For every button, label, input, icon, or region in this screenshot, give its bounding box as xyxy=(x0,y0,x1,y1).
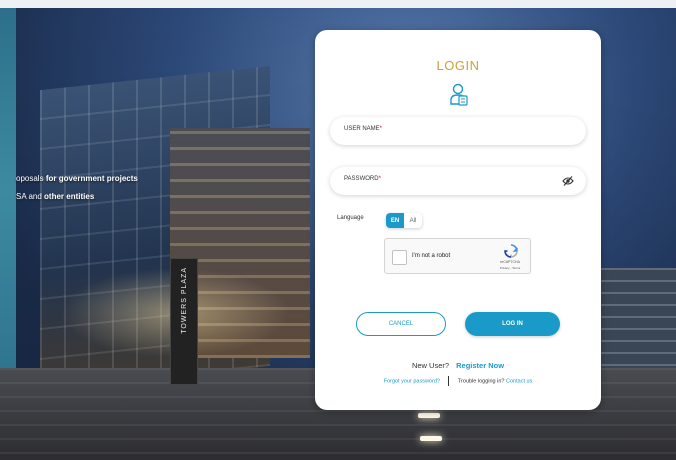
contact-us-link[interactable]: Contact us xyxy=(506,378,532,384)
username-field[interactable]: USER NAME* xyxy=(330,117,586,145)
recaptcha-privacy-terms[interactable]: Privacy - Terms xyxy=(495,266,525,270)
recaptcha-logo-icon xyxy=(504,244,518,258)
building-right xyxy=(600,268,676,378)
password-field[interactable]: PASSWORD* xyxy=(330,167,586,195)
tagline-text: SA and xyxy=(16,192,42,201)
login-card: LOGIN USER NAME* PASSWORD* Language EN A… xyxy=(315,30,601,410)
eye-icon[interactable] xyxy=(562,175,574,187)
language-label: Language xyxy=(337,215,364,221)
password-label: PASSWORD* xyxy=(344,176,381,182)
recaptcha-label: I'm not a robot xyxy=(412,253,451,259)
register-link[interactable]: Register Now xyxy=(456,361,504,370)
tagline-bold: for government projects xyxy=(45,174,138,183)
new-user-row: New User? Register Now xyxy=(315,361,601,370)
tagline-line-1: oposals for government projects xyxy=(16,174,138,183)
plaza-sign: TOWERS PLAZA xyxy=(170,258,198,385)
tagline-text: oposals xyxy=(16,174,44,183)
ground-light xyxy=(420,436,442,441)
recaptcha-checkbox[interactable] xyxy=(392,250,407,265)
language-toggle: EN All xyxy=(386,213,422,228)
forgot-password-link[interactable]: Forgot your password? xyxy=(384,378,440,384)
tagline-line-2: SA and other entities xyxy=(16,192,94,201)
link-separator xyxy=(448,376,450,386)
language-option-en[interactable]: EN xyxy=(386,213,404,228)
help-links-row: Forgot your password? Trouble logging in… xyxy=(315,376,601,386)
recaptcha-widget: I'm not a robot reCAPTCHA Privacy - Term… xyxy=(384,238,531,274)
plaza-sign-text: TOWERS PLAZA xyxy=(180,267,188,334)
username-label: USER NAME* xyxy=(344,126,383,132)
tagline-bold: other entities xyxy=(44,192,95,201)
new-user-text: New User? xyxy=(411,361,450,370)
cancel-button[interactable]: CANCEL xyxy=(356,312,446,336)
login-button[interactable]: LOG IN xyxy=(465,312,560,336)
trouble-text: Trouble logging in? xyxy=(457,378,505,385)
ground-light xyxy=(418,413,440,418)
language-option-all[interactable]: All xyxy=(404,213,422,228)
login-title: LOGIN xyxy=(436,58,480,73)
recaptcha-brand: reCAPTCHA xyxy=(500,260,520,264)
user-id-icon xyxy=(450,83,468,106)
